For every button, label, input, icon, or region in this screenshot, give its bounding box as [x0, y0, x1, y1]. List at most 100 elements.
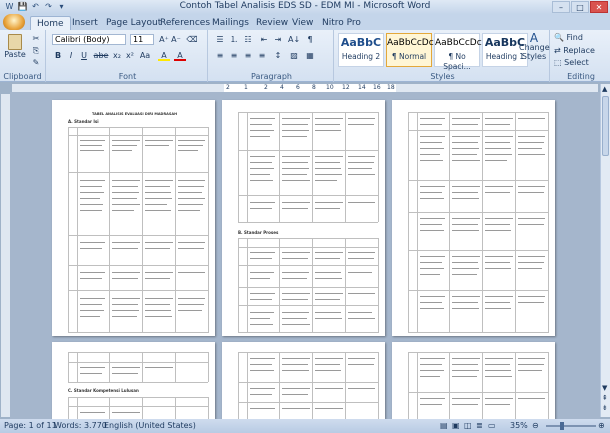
- font-size-combo[interactable]: 11: [130, 34, 154, 45]
- line-spacing-button[interactable]: ↕: [272, 50, 284, 61]
- clipboard-group: Paste ✂ ⎘ ✎ Clipboard: [0, 30, 46, 82]
- zoom-level[interactable]: 35%: [510, 419, 528, 433]
- paste-button[interactable]: Paste: [4, 34, 26, 66]
- tab-nitro-pro[interactable]: Nitro Pro: [316, 16, 367, 30]
- zoom-in-icon[interactable]: ⊕: [598, 419, 605, 433]
- close-button[interactable]: ✕: [590, 1, 608, 13]
- office-button[interactable]: [3, 14, 25, 30]
- page-3[interactable]: [392, 100, 555, 336]
- grow-font-icon[interactable]: A⁺: [158, 34, 170, 45]
- underline-button[interactable]: U: [78, 50, 90, 61]
- vertical-scrollbar[interactable]: ▲ ▼ ⇞ ⇟: [600, 84, 610, 417]
- zoom-slider-thumb[interactable]: [560, 422, 564, 430]
- highlight-button[interactable]: A: [158, 50, 170, 61]
- copy-icon[interactable]: ⎘: [30, 45, 42, 56]
- ruler-mark: 16: [373, 84, 381, 91]
- increase-indent-button[interactable]: ⇥: [272, 34, 284, 45]
- ruler-mark: 18: [387, 84, 395, 91]
- change-styles-icon: A: [529, 31, 539, 45]
- ruler-mark: 14: [358, 84, 366, 91]
- scrollbar-thumb[interactable]: [602, 96, 609, 156]
- subscript-button[interactable]: x₂: [111, 50, 123, 61]
- ruler-mark: 10: [326, 84, 334, 91]
- next-page-icon[interactable]: ⇟: [602, 404, 608, 412]
- status-bar: Page: 1 of 11 Words: 3.770 English (Unit…: [0, 419, 610, 433]
- zoom-out-icon[interactable]: ⊖: [532, 419, 539, 433]
- font-group: Calibri (Body) 11 A⁺ A⁻ ⌫ B I U abe x₂ x…: [48, 30, 208, 82]
- show-marks-button[interactable]: ¶: [304, 34, 316, 45]
- font-color-button[interactable]: A: [174, 50, 186, 61]
- sort-button[interactable]: A↓: [288, 34, 300, 45]
- scroll-down-icon[interactable]: ▼: [602, 384, 607, 392]
- style-name: Heading 2: [341, 52, 381, 61]
- zoom-slider[interactable]: [546, 425, 596, 427]
- section-heading: A. Standar Isi: [68, 119, 99, 124]
- numbering-icon[interactable]: ⒈: [228, 34, 240, 45]
- styles-label: Styles: [430, 72, 455, 81]
- scroll-up-icon[interactable]: ▲: [602, 85, 607, 93]
- clear-format-icon[interactable]: ⌫: [186, 34, 198, 45]
- find-label: Find: [566, 33, 583, 42]
- justify-button[interactable]: ≡: [256, 50, 268, 61]
- change-styles-button[interactable]: A Change Styles: [519, 31, 550, 61]
- vertical-ruler[interactable]: [1, 94, 10, 417]
- tab-view[interactable]: View: [286, 16, 319, 30]
- styles-group: AaBbC Heading 2 AaBbCcDc ¶ Normal AaBbCc…: [336, 30, 550, 82]
- draft-icon[interactable]: ▭: [488, 419, 496, 433]
- web-layout-icon[interactable]: ◫: [464, 419, 472, 433]
- ribbon: Paste ✂ ⎘ ✎ Clipboard Calibri (Body) 11 …: [0, 30, 610, 82]
- select-button[interactable]: ⬚ Select: [554, 58, 608, 67]
- replace-button[interactable]: ⇄ Replace: [554, 46, 608, 55]
- page-count[interactable]: Page: 1 of 11: [4, 419, 57, 433]
- shading-icon[interactable]: ▨: [288, 50, 300, 61]
- tab-mailings[interactable]: Mailings: [206, 16, 255, 30]
- outline-icon[interactable]: ≣: [476, 419, 483, 433]
- ruler-mark: 1: [244, 84, 248, 91]
- style-preview: AaBbCcDc: [387, 38, 434, 48]
- full-screen-icon[interactable]: ▣: [452, 419, 460, 433]
- editing-group: 🔍 Find ⇄ Replace ⬚ Select Editing: [552, 30, 610, 82]
- ruler-mark: 4: [280, 84, 284, 91]
- superscript-button[interactable]: x²: [124, 50, 136, 61]
- style-normal[interactable]: AaBbCcDc ¶ Normal: [386, 33, 434, 67]
- multilevel-list-icon[interactable]: ☷: [242, 34, 254, 45]
- bullets-icon[interactable]: ☰: [214, 34, 226, 45]
- minimize-button[interactable]: –: [552, 1, 570, 13]
- change-case-button[interactable]: Aa: [138, 50, 152, 61]
- tab-home[interactable]: Home: [30, 16, 71, 30]
- align-center-button[interactable]: ≡: [228, 50, 240, 61]
- bold-button[interactable]: B: [52, 50, 64, 61]
- page-1[interactable]: TABEL ANALISIS EVALUASI DIRI MADRASAH A.…: [52, 100, 215, 336]
- align-right-button[interactable]: ≡: [242, 50, 254, 61]
- decrease-indent-button[interactable]: ⇤: [258, 34, 270, 45]
- ruler-mark: 8: [312, 84, 316, 91]
- font-label: Font: [118, 72, 137, 81]
- italic-button[interactable]: I: [65, 50, 77, 61]
- strikethrough-button[interactable]: abe: [93, 50, 109, 61]
- font-name-combo[interactable]: Calibri (Body): [52, 34, 126, 45]
- format-painter-icon[interactable]: ✎: [30, 57, 42, 68]
- cut-icon[interactable]: ✂: [30, 33, 42, 44]
- borders-icon[interactable]: ▦: [304, 50, 316, 61]
- horizontal-ruler[interactable]: 2 1 2 4 6 8 10 12 14 16 18: [12, 84, 598, 92]
- find-button[interactable]: 🔍 Find: [554, 33, 608, 42]
- maximize-button[interactable]: □: [571, 1, 589, 13]
- page-4[interactable]: C. Standar Kompetensi Lulusan: [52, 342, 215, 419]
- print-layout-icon[interactable]: ▤: [440, 419, 448, 433]
- tab-insert[interactable]: Insert: [66, 16, 104, 30]
- ribbon-tabs: Home Insert Page Layout References Maili…: [0, 14, 610, 30]
- word-count[interactable]: Words: 3.770: [54, 419, 107, 433]
- style-name: ¶ No Spaci...: [443, 52, 471, 71]
- page-6[interactable]: [392, 342, 555, 419]
- previous-page-icon[interactable]: ⇞: [602, 394, 608, 402]
- style-preview: AaBbCcDc: [435, 38, 482, 48]
- style-no-spacing[interactable]: AaBbCcDc ¶ No Spaci...: [434, 33, 482, 71]
- page-2[interactable]: B. Standar Proses: [222, 100, 385, 336]
- language-indicator[interactable]: English (United States): [104, 419, 196, 433]
- section-heading: B. Standar Proses: [238, 230, 279, 235]
- align-left-button[interactable]: ≡: [214, 50, 226, 61]
- style-heading-2[interactable]: AaBbC Heading 2: [338, 33, 384, 67]
- editing-label: Editing: [567, 72, 595, 81]
- page-5[interactable]: [222, 342, 385, 419]
- shrink-font-icon[interactable]: A⁻: [170, 34, 182, 45]
